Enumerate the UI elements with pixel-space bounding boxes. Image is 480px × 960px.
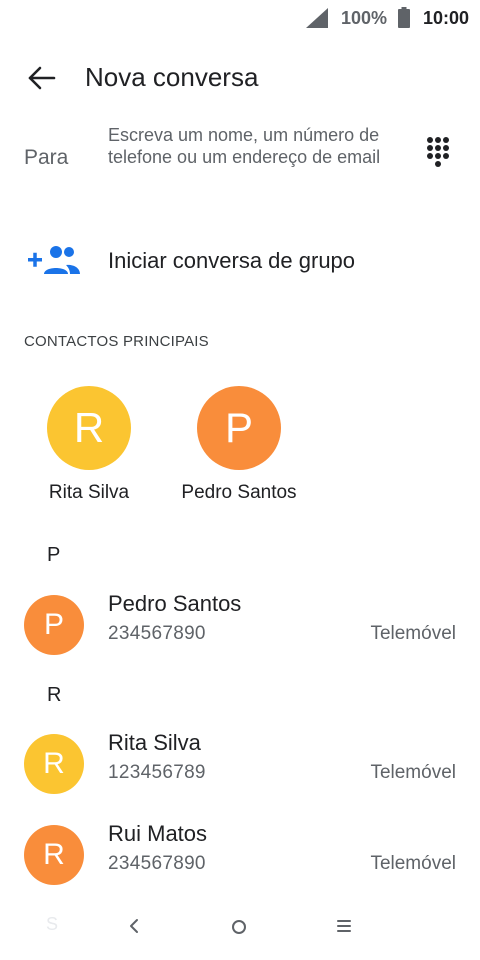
- top-contacts-header: CONTACTOS PRINCIPAIS: [24, 333, 209, 350]
- dialpad-icon: [427, 137, 449, 167]
- contact-number-type: Telemóvel: [370, 623, 456, 644]
- contact-number-type: Telemóvel: [370, 853, 456, 874]
- nav-back-button[interactable]: [112, 906, 156, 946]
- section-letter-s: S: [46, 914, 59, 934]
- contact-row-rita-silva[interactable]: R Rita Silva 123456789 Telemóvel: [0, 724, 480, 804]
- contact-number-type: Telemóvel: [370, 762, 456, 783]
- section-letter-r: R: [47, 684, 62, 706]
- signal-icon: [306, 8, 328, 28]
- add-group-icon: [28, 246, 80, 274]
- contact-name: Pedro Santos: [108, 591, 242, 616]
- section-letter-p: P: [47, 544, 61, 566]
- nav-menu-icon: [337, 920, 351, 932]
- avatar: R: [24, 825, 84, 885]
- avatar: R: [24, 734, 84, 794]
- battery-percentage: 100%: [341, 8, 388, 28]
- nav-home-icon: [232, 920, 246, 934]
- recipient-input[interactable]: Escreva um nome, um número de telefone o…: [108, 124, 408, 198]
- nav-home-button[interactable]: [217, 906, 261, 946]
- battery-icon: [398, 7, 410, 28]
- page-title: Nova conversa: [85, 62, 259, 92]
- clock: 10:00: [423, 8, 470, 28]
- contact-number: 234567890: [108, 623, 206, 644]
- top-contact-name: Pedro Santos: [181, 482, 297, 503]
- contact-row-pedro-santos[interactable]: P Pedro Santos 234567890 Telemóvel: [0, 585, 480, 665]
- top-contact-name: Rita Silva: [48, 482, 130, 503]
- nav-menu-button[interactable]: [322, 906, 366, 946]
- avatar: P: [24, 595, 84, 655]
- contact-number: 234567890: [108, 853, 206, 874]
- status-bar: 100% 10:00: [0, 0, 480, 36]
- contact-number: 123456789: [108, 762, 206, 783]
- top-contact-rita-silva[interactable]: R Rita Silva: [19, 384, 159, 514]
- contact-row-rui-matos[interactable]: R Rui Matos 234567890 Telemóvel: [0, 815, 480, 895]
- to-label: Para: [24, 146, 69, 169]
- dialpad-button[interactable]: [416, 132, 460, 176]
- contact-name: Rui Matos: [108, 821, 208, 846]
- arrow-back-icon: [28, 66, 56, 90]
- start-group-label: Iniciar conversa de grupo: [108, 248, 356, 273]
- contact-name: Rita Silva: [108, 730, 201, 755]
- top-contact-pedro-santos[interactable]: P Pedro Santos: [169, 384, 309, 514]
- back-button[interactable]: [20, 58, 64, 102]
- start-group-conversation[interactable]: Iniciar conversa de grupo: [0, 230, 480, 294]
- nav-back-icon: [130, 919, 138, 933]
- avatar: P: [197, 386, 281, 470]
- avatar: R: [47, 386, 131, 470]
